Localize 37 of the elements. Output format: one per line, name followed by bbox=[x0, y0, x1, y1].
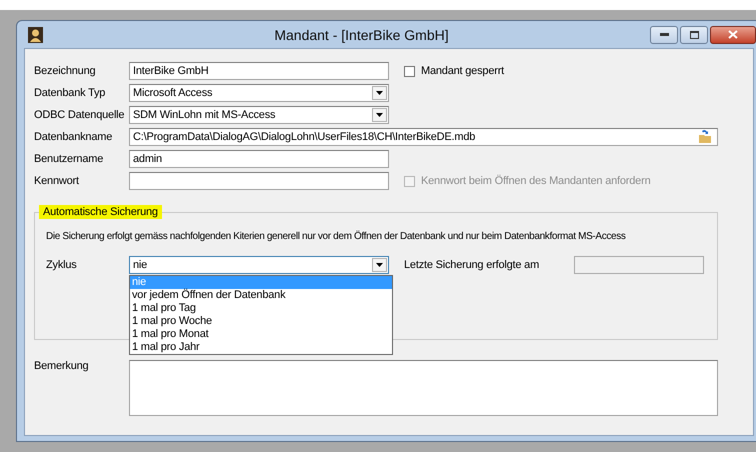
dropdown-option[interactable]: vor jedem Öffnen der Datenbank bbox=[130, 289, 392, 302]
caret-icon bbox=[376, 263, 383, 267]
field-label: Bemerkung bbox=[34, 360, 90, 372]
minimize-button[interactable] bbox=[650, 26, 678, 44]
dropdown-option[interactable]: 1 mal pro Jahr bbox=[130, 341, 392, 354]
app-icon bbox=[28, 26, 43, 42]
dropdown[interactable]: SDM WinLohn mit MS-Access bbox=[129, 106, 389, 124]
dropdown-option[interactable]: 1 mal pro Tag bbox=[130, 302, 392, 315]
checkbox-option[interactable]: Mandant gesperrt bbox=[404, 65, 718, 77]
minimize-icon bbox=[660, 33, 668, 36]
folder-icon[interactable] bbox=[698, 130, 712, 144]
dropdown[interactable]: nie bbox=[129, 256, 389, 274]
description-text: Die Sicherung erfolgt gemäss nachfolgenden Kiterien generell nur vor dem Öffnen der Datenbank und nur beim Datenbankformat MS-Access bbox=[46, 231, 626, 242]
password-field[interactable] bbox=[129, 172, 389, 190]
remark-field[interactable] bbox=[129, 360, 718, 416]
group-title: Automatische Sicherung bbox=[39, 205, 162, 219]
file-path-field[interactable]: C:\ProgramData\DialogAG\DialogLohn\UserFiles18\CH\InterBikeDE.mdb bbox=[129, 128, 718, 146]
close-icon bbox=[728, 30, 738, 39]
field-label: Datenbankname bbox=[34, 131, 114, 143]
field-label: Benutzername bbox=[34, 153, 104, 165]
field-label: Zyklus bbox=[46, 259, 78, 271]
field-label: ODBC Datenquelle bbox=[34, 109, 126, 121]
dropdown[interactable]: Microsoft Access bbox=[129, 84, 389, 102]
text-field[interactable]: admin bbox=[129, 150, 389, 168]
field-label: Letzte Sicherung erfolgte am bbox=[404, 259, 540, 271]
field-label: Kennwort bbox=[34, 175, 80, 187]
window-title: Mandant - [InterBike GmbH] bbox=[273, 26, 450, 42]
caret-icon bbox=[376, 91, 383, 95]
dropdown-option[interactable]: 1 mal pro Monat bbox=[130, 328, 392, 341]
dropdown-option[interactable]: 1 mal pro Woche bbox=[130, 315, 392, 328]
text-field[interactable]: InterBike GmbH bbox=[129, 62, 389, 80]
field-label: Datenbank Typ bbox=[34, 87, 106, 99]
close-button[interactable] bbox=[710, 26, 756, 44]
maximize-icon bbox=[690, 30, 698, 38]
maximize-button[interactable] bbox=[680, 26, 708, 44]
caret-icon bbox=[376, 113, 383, 117]
field-label: Bezeichnung bbox=[34, 65, 96, 77]
